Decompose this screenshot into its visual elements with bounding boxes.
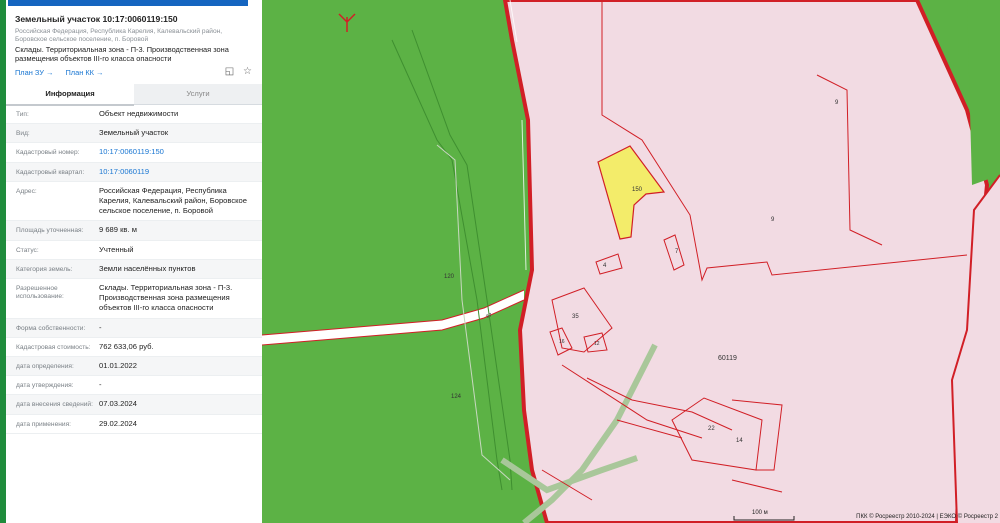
- attr-value: -: [99, 380, 102, 390]
- attr-label: дата определения:: [16, 363, 74, 371]
- attr-value: -: [99, 322, 102, 332]
- quarter-label: 60119: [718, 355, 737, 362]
- parcel-label-16: 16: [559, 339, 565, 345]
- panel-tabs: Информация Услуги: [6, 84, 262, 106]
- attr-value: Земли населённых пунктов: [99, 263, 196, 273]
- attr-label: Статус:: [16, 246, 39, 254]
- parcel-label-12: 12: [594, 341, 600, 347]
- forest-strip-right: [967, 0, 1000, 185]
- plan-kk-link[interactable]: План КК →: [65, 68, 103, 77]
- attr-value: 01.01.2022: [99, 361, 138, 371]
- plan-zu-link[interactable]: План ЗУ →: [15, 68, 53, 77]
- attr-value: Объект недвижимости: [99, 109, 179, 118]
- attr-row-area: Площадь уточненная: 9 689 кв. м: [6, 221, 262, 241]
- attr-label: Категория земель:: [16, 265, 73, 273]
- attr-row-permitted-use: Разрешенное использование: Склады. Террит…: [6, 279, 262, 319]
- plan-links: План ЗУ → План КК →: [15, 68, 113, 77]
- attr-label: дата применения:: [16, 420, 71, 428]
- attr-row-date-applied: дата применения: 29.02.2024: [6, 415, 262, 434]
- attr-row-date-determined: дата определения: 01.01.2022: [6, 357, 262, 377]
- attr-row-date-approved: дата утверждения: -: [6, 376, 262, 396]
- settlement-quarter-area: [505, 0, 987, 523]
- attr-row-cadastral-number: Кадастровый номер: 10:17:0060119:150: [6, 143, 262, 163]
- attr-label: дата утверждения:: [16, 382, 74, 390]
- tab-services[interactable]: Услуги: [134, 84, 262, 104]
- attribute-table: Тип: Объект недвижимости Вид: Земельный уч…: [6, 105, 262, 434]
- search-bar-edge[interactable]: [8, 0, 248, 6]
- tab-info[interactable]: Информация: [6, 84, 134, 106]
- panel-actions: ◱ ☆: [219, 66, 252, 77]
- attr-row-address: Адрес: Российская Федерация, Республика К…: [6, 182, 262, 222]
- attr-value: Склады. Территориальная зона - П-3. Прои…: [99, 283, 233, 313]
- attr-value: 9 689 кв. м: [99, 225, 137, 235]
- attr-row-cadastral-value: Кадастровая стоимость: 762 633,06 руб.: [6, 338, 262, 358]
- attr-value: Учтенный: [99, 244, 134, 254]
- attr-row-status: Статус: Учтенный: [6, 241, 262, 260]
- map-canvas[interactable]: 150 9 9 7 4 35 16 12 60119 22 14 120 124…: [262, 0, 1000, 523]
- attr-label: Площадь уточненная:: [16, 227, 84, 235]
- scale-label: 100 м: [752, 510, 768, 516]
- attr-label: Адрес:: [16, 187, 37, 195]
- parcel-title: Земельный участок 10:17:0060119:150: [15, 14, 178, 24]
- attr-value: 29.02.2024: [99, 418, 138, 428]
- attr-label: Вид:: [16, 130, 30, 138]
- parcel-label-14: 14: [736, 438, 743, 444]
- parcel-label-150: 150: [632, 187, 643, 193]
- star-icon[interactable]: ☆: [243, 66, 252, 77]
- panel-top-bar: [6, 0, 262, 7]
- attr-value: Российская Федерация, Республика Карелия…: [99, 185, 247, 216]
- attr-value: 07.03.2024: [99, 399, 138, 409]
- attr-label: Форма собственности:: [16, 324, 86, 332]
- cadastral-map[interactable]: 150 9 9 7 4 35 16 12 60119 22 14 120 124…: [262, 0, 1000, 523]
- attr-row-kind: Вид: Земельный участок: [6, 124, 262, 144]
- attr-value: 762 633,06 руб.: [99, 341, 154, 351]
- parcel-label-120: 120: [444, 274, 455, 280]
- attr-label: Кадастровый квартал:: [16, 168, 85, 176]
- parcel-address: Российская Федерация, Республика Карелия…: [15, 28, 223, 43]
- attr-label: Разрешенное использование:: [16, 285, 64, 301]
- attr-label: Тип:: [16, 111, 29, 118]
- parcel-label-35: 35: [572, 314, 579, 320]
- attr-label: Кадастровая стоимость:: [16, 343, 91, 351]
- info-panel: Земельный участок 10:17:0060119:150 Росс…: [6, 0, 263, 523]
- map-attribution: ПКК © Росреестр 2010-2024 | ЕЭКО © Росре…: [856, 514, 998, 520]
- attr-value: Земельный участок: [99, 128, 169, 138]
- parcel-description: Склады. Территориальная зона - П-3. Прои…: [15, 45, 229, 63]
- parcel-label-124: 124: [451, 394, 462, 400]
- attr-row-ownership: Форма собственности: -: [6, 318, 262, 338]
- attr-row-land-category: Категория земель: Земли населённых пункто…: [6, 259, 262, 280]
- attr-row-cadastral-quarter: Кадастровый квартал: 10:17:0060119: [6, 162, 262, 182]
- cadastral-quarter-link[interactable]: 10:17:0060119: [99, 163, 262, 181]
- map-search-icon[interactable]: ◱: [225, 66, 234, 77]
- parcel-label-22: 22: [708, 426, 715, 432]
- attr-label: дата внесения сведений:: [16, 401, 93, 409]
- attr-row-date-entered: дата внесения сведений: 07.03.2024: [6, 395, 262, 415]
- attr-label: Кадастровый номер:: [16, 149, 80, 157]
- attr-row-type: Тип: Объект недвижимости: [6, 105, 262, 125]
- cadastral-number-link[interactable]: 10:17:0060119:150: [99, 143, 262, 161]
